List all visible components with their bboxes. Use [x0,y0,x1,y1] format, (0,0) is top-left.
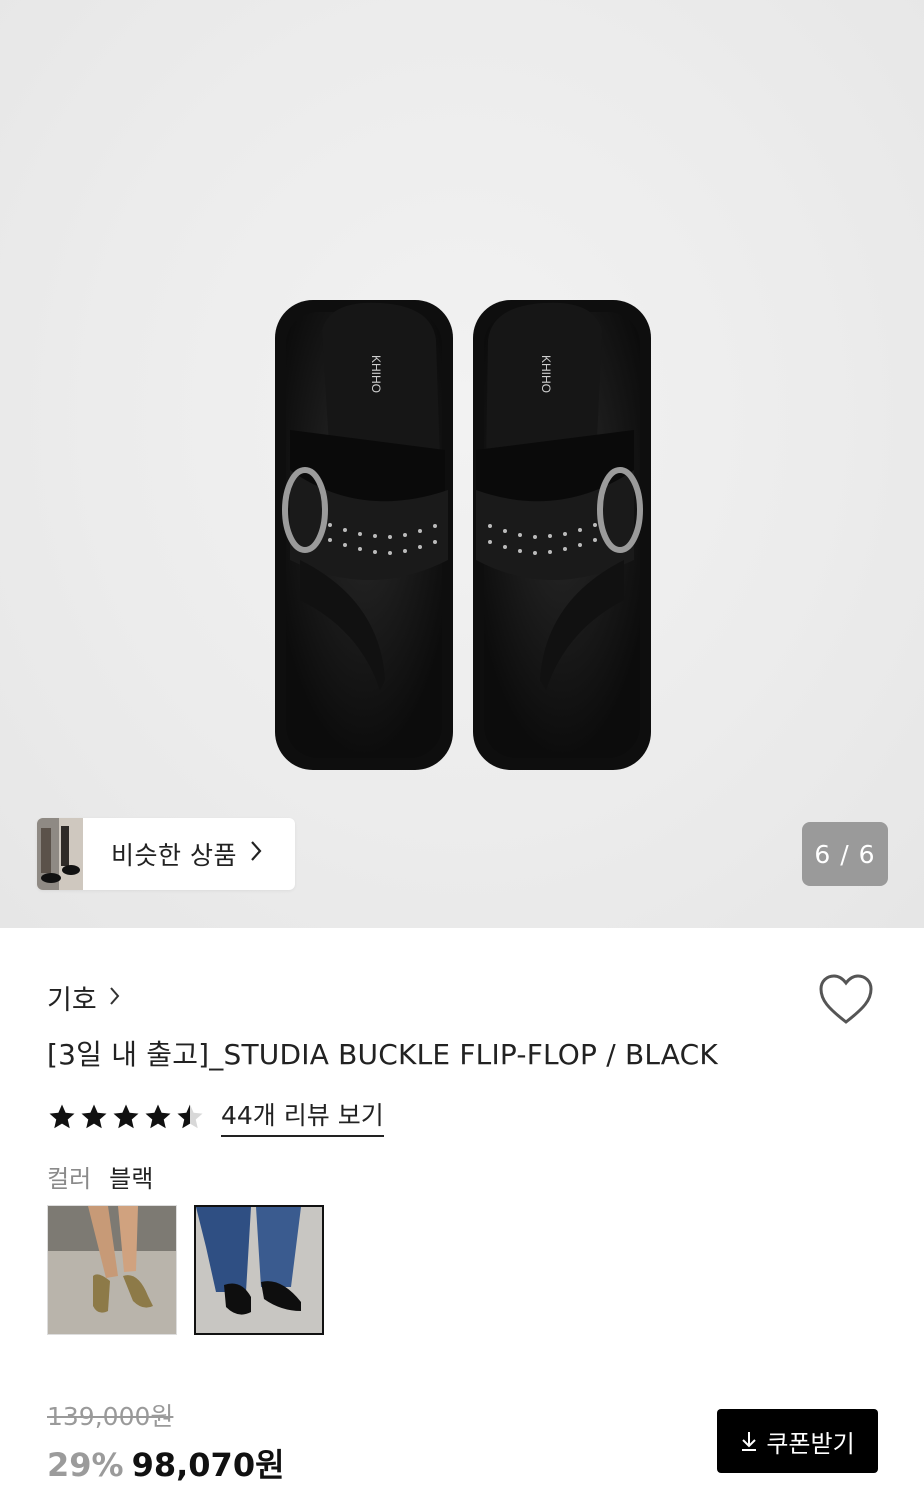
color-option-1[interactable] [47,1205,177,1335]
reviews-link[interactable]: 44개 리뷰 보기 [221,1096,384,1137]
color-option-image [48,1206,176,1334]
product-image-gallery[interactable]: KHIHO KHIHO 비슷한 상품 6 / 6 [0,0,924,928]
similar-product-thumbnail [37,818,83,890]
original-price: 139,000원 [47,1402,174,1431]
star-icon [145,1104,171,1128]
color-value: 블랙 [109,1165,154,1193]
star-icon [113,1104,139,1128]
wishlist-heart-button[interactable] [818,974,874,1030]
product-image: KHIHO KHIHO [275,300,651,770]
rating-row: 44개 리뷰 보기 [47,1096,384,1137]
rating-stars [47,1102,205,1132]
similar-products-button[interactable]: 비슷한 상품 [37,818,295,890]
brand-link[interactable]: 기호 [47,978,121,1017]
color-row: 컬러 블랙 [47,1159,153,1194]
download-icon [740,1430,758,1452]
coupon-button-label: 쿠폰받기 [766,1429,855,1458]
insole-logo-left: KHIHO [369,355,383,393]
brand-name: 기호 [47,985,97,1016]
insole-logo-right: KHIHO [539,355,553,393]
product-title: [3일 내 출고]_STUDIA BUCKLE FLIP-FLOP / BLAC… [47,1038,718,1071]
color-option-image [196,1207,322,1333]
discount-rate: 29% [47,1446,124,1484]
star-icon [49,1104,75,1128]
price-row: 29% 98,070원 [47,1440,285,1486]
chevron-right-icon [249,839,263,869]
image-counter: 6 / 6 [802,822,888,886]
chevron-right-icon [109,984,121,1012]
color-label: 컬러 [47,1165,92,1193]
coupon-download-button[interactable]: 쿠폰받기 [717,1409,878,1473]
heart-icon [819,974,873,1024]
color-option-2[interactable] [194,1205,324,1335]
star-half-icon [177,1104,203,1128]
similar-products-label: 비슷한 상품 [111,841,237,870]
sale-price: 98,070원 [131,1446,285,1484]
star-icon [81,1104,107,1128]
